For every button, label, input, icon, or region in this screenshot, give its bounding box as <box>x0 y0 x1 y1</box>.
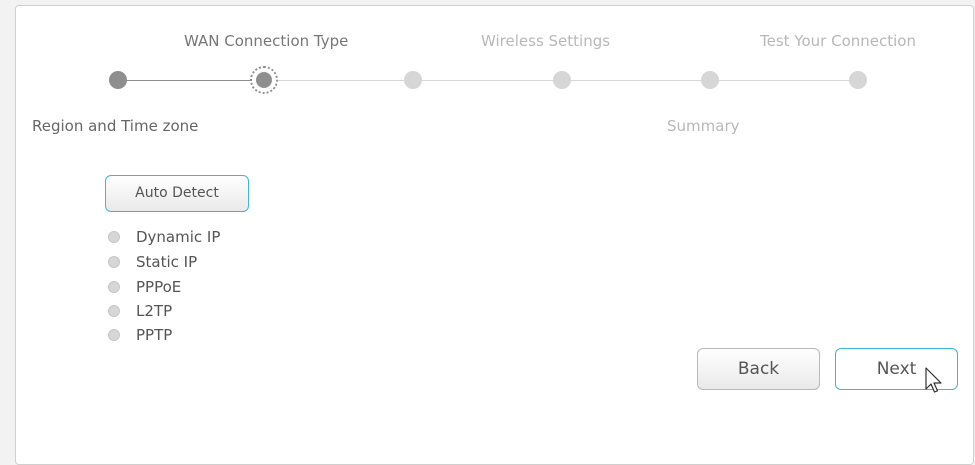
step-node-summary <box>553 71 571 89</box>
radio-label: L2TP <box>136 302 173 320</box>
back-button[interactable]: Back <box>697 348 820 390</box>
mouse-pointer-icon <box>925 367 942 393</box>
step-label-region-time-zone: Region and Time zone <box>32 117 199 135</box>
radio-label: PPPoE <box>136 278 182 296</box>
radio-option-l2tp[interactable]: L2TP <box>108 300 172 322</box>
radio-label: PPTP <box>136 326 173 344</box>
radio-button[interactable] <box>108 256 120 268</box>
auto-detect-button[interactable]: Auto Detect <box>105 175 249 212</box>
step-label-wan-connection-type: WAN Connection Type <box>184 32 349 50</box>
radio-button[interactable] <box>108 329 120 341</box>
step-label-test-connection: Test Your Connection <box>760 32 916 50</box>
radio-button[interactable] <box>108 281 120 293</box>
radio-option-dynamic-ip[interactable]: Dynamic IP <box>108 226 220 248</box>
step-label-summary: Summary <box>667 117 740 135</box>
radio-label: Dynamic IP <box>136 228 221 246</box>
step-node-wireless <box>404 71 422 89</box>
radio-option-pptp[interactable]: PPTP <box>108 324 172 346</box>
radio-button[interactable] <box>108 231 120 243</box>
step-node-region <box>109 71 127 89</box>
radio-button[interactable] <box>108 305 120 317</box>
step-node-wan <box>256 72 272 88</box>
step-label-wireless-settings: Wireless Settings <box>481 32 611 50</box>
radio-option-static-ip[interactable]: Static IP <box>108 251 197 273</box>
step-node-test-a <box>701 71 719 89</box>
progress-track-done <box>118 80 264 81</box>
radio-label: Static IP <box>136 253 198 271</box>
step-node-test-b <box>849 71 867 89</box>
radio-option-pppoe[interactable]: PPPoE <box>108 276 181 298</box>
